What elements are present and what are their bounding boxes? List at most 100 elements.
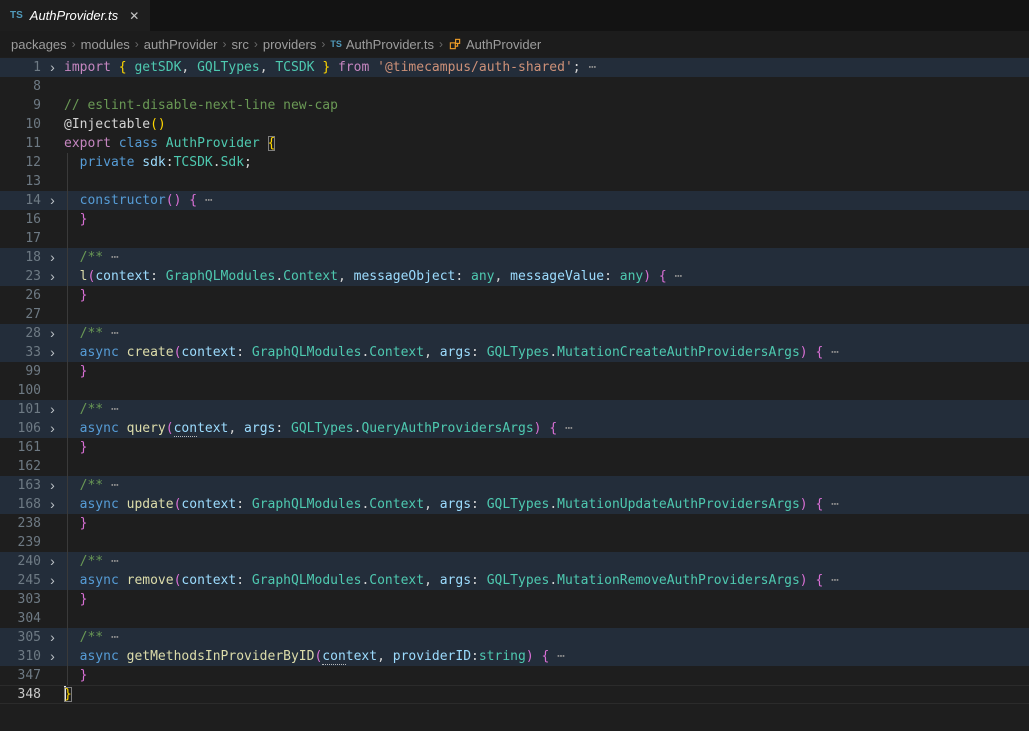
code-line-238[interactable]: 238 } <box>0 514 1029 533</box>
fold-chevron-icon[interactable]: › <box>41 628 64 647</box>
code-line-18[interactable]: 18› /** ⋯ <box>0 248 1029 267</box>
breadcrumb-item-packages[interactable]: packages <box>11 37 67 52</box>
breadcrumb-item-providers[interactable]: providers <box>263 37 316 52</box>
line-number[interactable]: 100 <box>0 381 41 400</box>
line-number[interactable]: 238 <box>0 514 41 533</box>
code-text[interactable] <box>64 533 1029 552</box>
fold-chevron-icon[interactable]: › <box>41 495 64 514</box>
code-line-27[interactable]: 27 <box>0 305 1029 324</box>
code-text[interactable] <box>64 381 1029 400</box>
code-line-106[interactable]: 106› async query(context, args: GQLTypes… <box>0 419 1029 438</box>
fold-chevron-icon[interactable]: › <box>41 324 64 343</box>
fold-chevron-icon[interactable]: › <box>41 400 64 419</box>
fold-chevron-icon[interactable]: › <box>41 476 64 495</box>
code-text[interactable]: /** ⋯ <box>64 628 1029 647</box>
line-number[interactable]: 11 <box>0 134 41 153</box>
code-line-305[interactable]: 305› /** ⋯ <box>0 628 1029 647</box>
code-text[interactable]: export class AuthProvider { <box>64 134 1029 153</box>
code-text[interactable]: async create(context: GraphQLModules.Con… <box>64 343 1029 362</box>
code-text[interactable]: /** ⋯ <box>64 248 1029 267</box>
tab-close-icon[interactable]: ✕ <box>129 9 139 23</box>
line-number[interactable]: 9 <box>0 96 41 115</box>
line-number[interactable]: 33 <box>0 343 41 362</box>
code-line-161[interactable]: 161 } <box>0 438 1029 457</box>
fold-chevron-icon[interactable]: › <box>41 571 64 590</box>
code-line-99[interactable]: 99 } <box>0 362 1029 381</box>
code-text[interactable]: async update(context: GraphQLModules.Con… <box>64 495 1029 514</box>
code-text[interactable]: } <box>64 514 1029 533</box>
code-text[interactable]: l(context: GraphQLModules.Context, messa… <box>64 267 1029 286</box>
code-text[interactable] <box>64 457 1029 476</box>
line-number[interactable]: 304 <box>0 609 41 628</box>
fold-chevron-icon[interactable]: › <box>41 248 64 267</box>
code-line-16[interactable]: 16 } <box>0 210 1029 229</box>
code-line-347[interactable]: 347 } <box>0 666 1029 685</box>
line-number[interactable]: 8 <box>0 77 41 96</box>
code-text[interactable] <box>64 172 1029 191</box>
code-line-8[interactable]: 8 <box>0 77 1029 96</box>
code-line-101[interactable]: 101› /** ⋯ <box>0 400 1029 419</box>
code-line-17[interactable]: 17 <box>0 229 1029 248</box>
code-text[interactable]: constructor() { ⋯ <box>64 191 1029 210</box>
fold-chevron-icon[interactable]: › <box>41 647 64 666</box>
line-number[interactable]: 28 <box>0 324 41 343</box>
code-text[interactable]: /** ⋯ <box>64 552 1029 571</box>
line-number[interactable]: 14 <box>0 191 41 210</box>
code-line-310[interactable]: 310› async getMethodsInProviderByID(cont… <box>0 647 1029 666</box>
code-line-245[interactable]: 245› async remove(context: GraphQLModule… <box>0 571 1029 590</box>
code-text[interactable]: /** ⋯ <box>64 400 1029 419</box>
code-text[interactable]: async query(context, args: GQLTypes.Quer… <box>64 419 1029 438</box>
line-number[interactable]: 168 <box>0 495 41 514</box>
line-number[interactable]: 23 <box>0 267 41 286</box>
code-text[interactable]: // eslint-disable-next-line new-cap <box>64 96 1029 115</box>
code-text[interactable]: } <box>64 590 1029 609</box>
fold-chevron-icon[interactable]: › <box>41 191 64 210</box>
code-line-303[interactable]: 303 } <box>0 590 1029 609</box>
line-number[interactable]: 245 <box>0 571 41 590</box>
code-text[interactable]: import { getSDK, GQLTypes, TCSDK } from … <box>64 58 1029 77</box>
code-line-33[interactable]: 33› async create(context: GraphQLModules… <box>0 343 1029 362</box>
code-line-168[interactable]: 168› async update(context: GraphQLModule… <box>0 495 1029 514</box>
code-text[interactable]: @Injectable() <box>64 115 1029 134</box>
code-text[interactable]: /** ⋯ <box>64 476 1029 495</box>
fold-chevron-icon[interactable]: › <box>41 58 64 77</box>
line-number[interactable]: 12 <box>0 153 41 172</box>
line-number[interactable]: 347 <box>0 666 41 685</box>
code-line-14[interactable]: 14› constructor() { ⋯ <box>0 191 1029 210</box>
code-line-23[interactable]: 23› l(context: GraphQLModules.Context, m… <box>0 267 1029 286</box>
line-number[interactable]: 27 <box>0 305 41 324</box>
code-text[interactable] <box>64 229 1029 248</box>
line-number[interactable]: 10 <box>0 115 41 134</box>
code-line-163[interactable]: 163› /** ⋯ <box>0 476 1029 495</box>
code-text[interactable]: } <box>64 286 1029 305</box>
code-text[interactable] <box>64 609 1029 628</box>
line-number[interactable]: 310 <box>0 647 41 666</box>
fold-chevron-icon[interactable]: › <box>41 419 64 438</box>
code-text[interactable]: async remove(context: GraphQLModules.Con… <box>64 571 1029 590</box>
fold-chevron-icon[interactable]: › <box>41 343 64 362</box>
code-line-10[interactable]: 10 @Injectable() <box>0 115 1029 134</box>
line-number[interactable]: 162 <box>0 457 41 476</box>
line-number[interactable]: 18 <box>0 248 41 267</box>
code-text[interactable]: } <box>64 685 1029 704</box>
line-number[interactable]: 240 <box>0 552 41 571</box>
code-text[interactable]: } <box>64 438 1029 457</box>
breadcrumb-item-modules[interactable]: modules <box>81 37 130 52</box>
code-text[interactable]: } <box>64 210 1029 229</box>
code-line-1[interactable]: 1›import { getSDK, GQLTypes, TCSDK } fro… <box>0 58 1029 77</box>
code-line-100[interactable]: 100 <box>0 381 1029 400</box>
code-line-162[interactable]: 162 <box>0 457 1029 476</box>
line-number[interactable]: 26 <box>0 286 41 305</box>
code-text[interactable]: private sdk:TCSDK.Sdk; <box>64 153 1029 172</box>
code-line-26[interactable]: 26 } <box>0 286 1029 305</box>
code-line-9[interactable]: 9 // eslint-disable-next-line new-cap <box>0 96 1029 115</box>
line-number[interactable]: 348 <box>0 685 41 704</box>
code-editor[interactable]: 1›import { getSDK, GQLTypes, TCSDK } fro… <box>0 57 1029 731</box>
line-number[interactable]: 13 <box>0 172 41 191</box>
code-text[interactable]: } <box>64 666 1029 685</box>
code-line-12[interactable]: 12 private sdk:TCSDK.Sdk; <box>0 153 1029 172</box>
line-number[interactable]: 106 <box>0 419 41 438</box>
code-line-13[interactable]: 13 <box>0 172 1029 191</box>
line-number[interactable]: 99 <box>0 362 41 381</box>
code-text[interactable]: /** ⋯ <box>64 324 1029 343</box>
